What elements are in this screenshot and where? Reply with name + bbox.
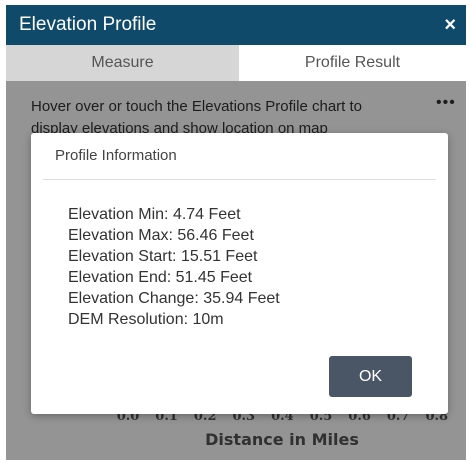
tab-bar: Measure Profile Result xyxy=(6,45,466,81)
tab-measure[interactable]: Measure xyxy=(6,45,239,81)
elevation-max-row: Elevation Max: 56.46 Feet xyxy=(68,227,254,244)
profile-information-dialog: Profile Information Elevation Min: 4.74 … xyxy=(31,133,448,414)
profile-info-list: Elevation Min: 4.74 Feet Elevation Max: … xyxy=(68,204,280,330)
ok-button[interactable]: OK xyxy=(329,356,412,397)
elevation-min-row: Elevation Min: 4.74 Feet xyxy=(68,206,241,223)
panel-title: Elevation Profile xyxy=(19,14,157,35)
tab-profile-result[interactable]: Profile Result xyxy=(239,45,466,81)
elevation-end-row: Elevation End: 51.45 Feet xyxy=(68,269,253,286)
title-bar: Elevation Profile × xyxy=(6,5,466,45)
elevation-start-row: Elevation Start: 15.51 Feet xyxy=(68,248,258,265)
close-icon[interactable]: × xyxy=(444,13,456,37)
dialog-title: Profile Information xyxy=(55,147,177,164)
dem-resolution-row: DEM Resolution: 10m xyxy=(68,311,224,328)
elevation-change-row: Elevation Change: 35.94 Feet xyxy=(68,290,280,307)
dialog-divider xyxy=(43,179,436,180)
